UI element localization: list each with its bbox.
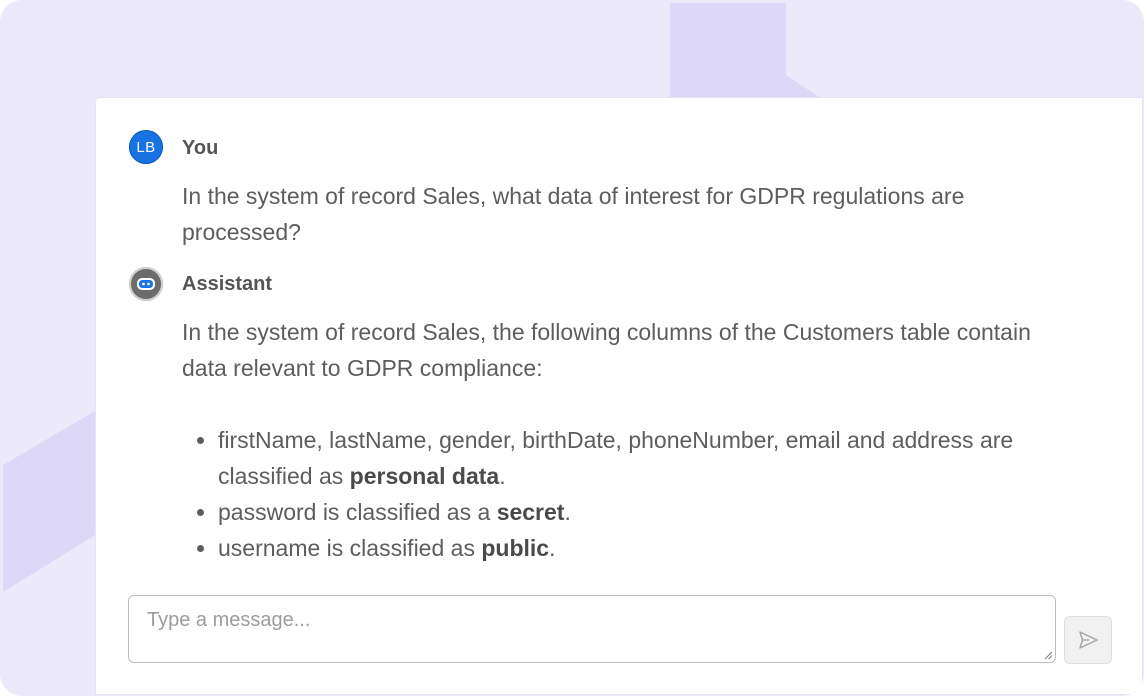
message-composer[interactable] (128, 595, 1056, 663)
assistant-message-intro: In the system of record Sales, the follo… (182, 319, 1031, 381)
send-icon (1079, 631, 1098, 649)
list-item: username is classified as public. (218, 530, 1082, 566)
list-item: password is classified as a secret. (218, 494, 1082, 530)
user-avatar-initials: LB (136, 138, 156, 156)
send-button[interactable] (1064, 616, 1112, 664)
list-item: firstName, lastName, gender, birthDate, … (218, 422, 1082, 494)
assistant-message-list: firstName, lastName, gender, birthDate, … (182, 422, 1082, 566)
message-input[interactable] (145, 604, 1029, 636)
assistant-avatar (129, 267, 163, 301)
background-decoration-left (3, 410, 97, 592)
background-decoration-top (670, 3, 822, 99)
robot-icon (137, 278, 155, 290)
resize-handle-icon[interactable] (1043, 650, 1053, 660)
assistant-message: In the system of record Sales, the follo… (182, 314, 1082, 566)
user-message-text: In the system of record Sales, what data… (182, 183, 965, 245)
user-avatar: LB (129, 130, 163, 164)
app-background: LB You In the system of record Sales, wh… (0, 0, 1144, 696)
user-sender-name: You (182, 137, 219, 159)
assistant-sender-name: Assistant (182, 273, 273, 295)
